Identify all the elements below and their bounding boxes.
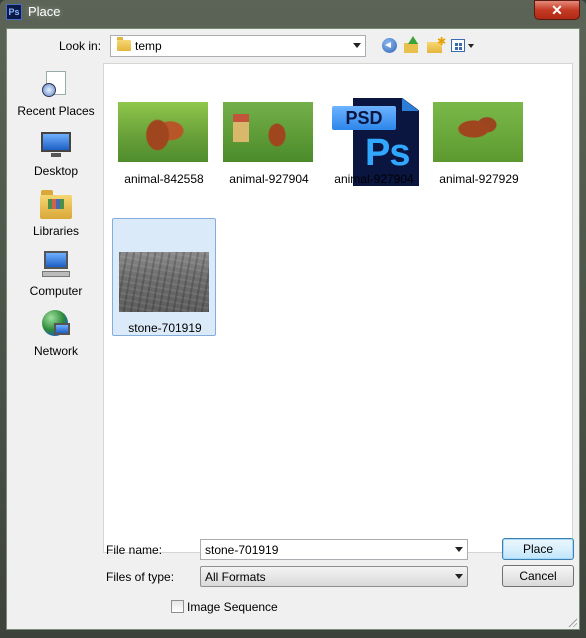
image-thumbnail — [223, 102, 313, 162]
back-icon[interactable] — [380, 36, 400, 56]
file-item[interactable]: animal-927929 — [427, 102, 531, 220]
network-icon — [40, 309, 72, 341]
chevron-down-icon[interactable] — [455, 547, 463, 552]
file-name: animal-842558 — [124, 172, 204, 186]
chevron-down-icon — [455, 574, 463, 579]
chevron-down-icon — [353, 43, 361, 48]
place-label: Libraries — [32, 224, 80, 238]
place-network[interactable]: Network — [11, 309, 101, 367]
file-item-selected[interactable]: stone-701919 — [112, 218, 216, 336]
window-title: Place — [28, 4, 61, 19]
cancel-button[interactable]: Cancel — [502, 565, 574, 587]
place-label: Recent Places — [17, 104, 95, 118]
ps-glyph: Ps — [365, 132, 410, 174]
close-button[interactable]: ✕ — [534, 0, 580, 20]
place-desktop[interactable]: Desktop — [11, 129, 101, 187]
place-label: Desktop — [33, 164, 79, 178]
title-bar[interactable]: Ps Place ✕ — [0, 0, 586, 24]
file-name: animal-927904 — [229, 172, 309, 186]
place-label: Network — [33, 344, 78, 358]
file-name: stone-701919 — [128, 321, 202, 335]
look-in-label: Look in: — [59, 39, 102, 53]
file-item[interactable]: animal-927904 — [217, 102, 321, 220]
look-in-dropdown[interactable]: temp — [110, 35, 366, 57]
file-name: animal-927929 — [439, 172, 519, 186]
place-recent-places[interactable]: Recent Places — [11, 69, 101, 127]
image-thumbnail — [118, 102, 208, 162]
place-button[interactable]: Place — [502, 538, 574, 560]
computer-icon — [40, 249, 72, 281]
photoshop-app-icon: Ps — [6, 4, 22, 20]
view-menu-icon[interactable] — [450, 36, 476, 56]
up-folder-icon[interactable] — [402, 36, 422, 56]
recent-places-icon — [40, 69, 72, 101]
file-name-value: stone-701919 — [205, 543, 279, 557]
desktop-icon — [40, 129, 72, 161]
file-type-value: All Formats — [205, 570, 266, 584]
file-name-label: File name: — [106, 543, 163, 557]
file-name: animal-927904 — [334, 172, 414, 186]
look-in-value: temp — [135, 39, 162, 53]
file-item[interactable]: Ps PSD animal-927904 — [322, 98, 426, 220]
file-item[interactable]: animal-842558 — [112, 102, 216, 220]
dialog-body: Look in: temp ✱ Recent Places Desktop Li… — [6, 28, 580, 630]
folder-icon — [117, 37, 131, 51]
file-type-select[interactable]: All Formats — [200, 566, 468, 587]
file-list[interactable]: animal-842558 animal-927904 Ps PSD anima… — [103, 63, 573, 553]
new-folder-icon[interactable]: ✱ — [426, 36, 446, 56]
image-thumbnail — [119, 252, 209, 312]
image-thumbnail — [433, 102, 523, 162]
place-dialog: Ps Place ✕ Look in: temp ✱ Recent Places… — [0, 0, 586, 638]
place-libraries[interactable]: Libraries — [11, 189, 101, 247]
place-computer[interactable]: Computer — [11, 249, 101, 307]
libraries-icon — [40, 189, 72, 221]
place-label: Computer — [29, 284, 83, 298]
places-bar: Recent Places Desktop Libraries Computer… — [11, 63, 101, 629]
resize-grip[interactable] — [567, 617, 577, 627]
image-sequence-label[interactable]: Image Sequence — [187, 600, 278, 614]
file-name-input[interactable]: stone-701919 — [200, 539, 468, 560]
psd-badge: PSD — [332, 106, 396, 130]
image-sequence-checkbox[interactable] — [171, 600, 184, 613]
file-type-label: Files of type: — [106, 570, 175, 584]
